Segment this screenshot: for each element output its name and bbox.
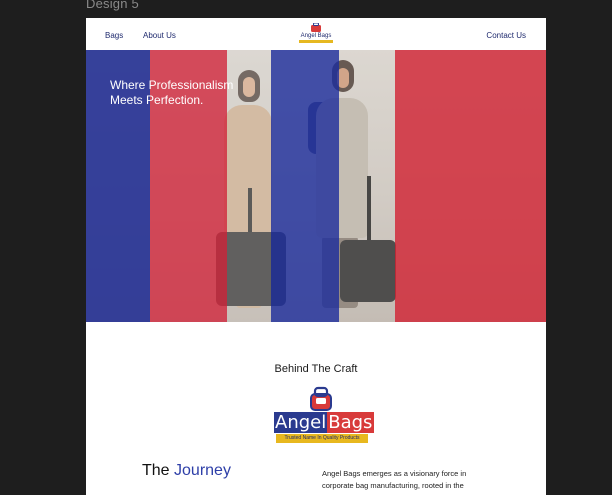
blue-stripe — [271, 50, 339, 322]
journey-title-part-1: The — [142, 462, 170, 479]
nav-logo-text: Angel Bags — [300, 33, 332, 39]
hero-headline: Where Professionalism Meets Perfection. — [110, 78, 260, 108]
brand-logo: Angel Bags Trusted Name In Quality Produc… — [274, 386, 375, 446]
light-stripe — [339, 50, 395, 322]
hero-banner: Where Professionalism Meets Perfection. — [86, 50, 546, 322]
nav-link-about-us[interactable]: About Us — [143, 31, 176, 40]
section-title: Behind The Craft — [274, 363, 358, 375]
red-stripe — [395, 50, 546, 322]
nav-logo-underline — [299, 40, 333, 43]
bag-logo-icon — [311, 23, 321, 32]
frame-label: Design 5 — [86, 0, 139, 11]
brand-name-part-1: Angel — [274, 412, 328, 433]
nav-link-contact-us[interactable]: Contact Us — [486, 31, 526, 40]
nav-logo[interactable]: Angel Bags — [298, 23, 334, 45]
journey-title-part-2: Journey — [174, 462, 231, 479]
nav-link-bags[interactable]: Bags — [105, 31, 123, 40]
brand-tagline: Trusted Name In Quality Products — [276, 434, 368, 443]
journey-paragraph: Angel Bags emerges as a visionary force … — [322, 469, 467, 490]
hero-headline-line-2: Meets Perfection. — [110, 93, 204, 107]
brand-name: Angel Bags — [274, 412, 375, 434]
bag-logo-icon — [310, 386, 332, 411]
brand-name-part-2: Bags — [327, 412, 375, 433]
artboard: Bags About Us Angel Bags Contact Us Wher… — [86, 18, 546, 495]
journey-title: The Journey — [142, 462, 231, 480]
hero-headline-line-1: Where Professionalism — [110, 78, 234, 92]
top-nav: Bags About Us Angel Bags Contact Us — [86, 18, 546, 50]
